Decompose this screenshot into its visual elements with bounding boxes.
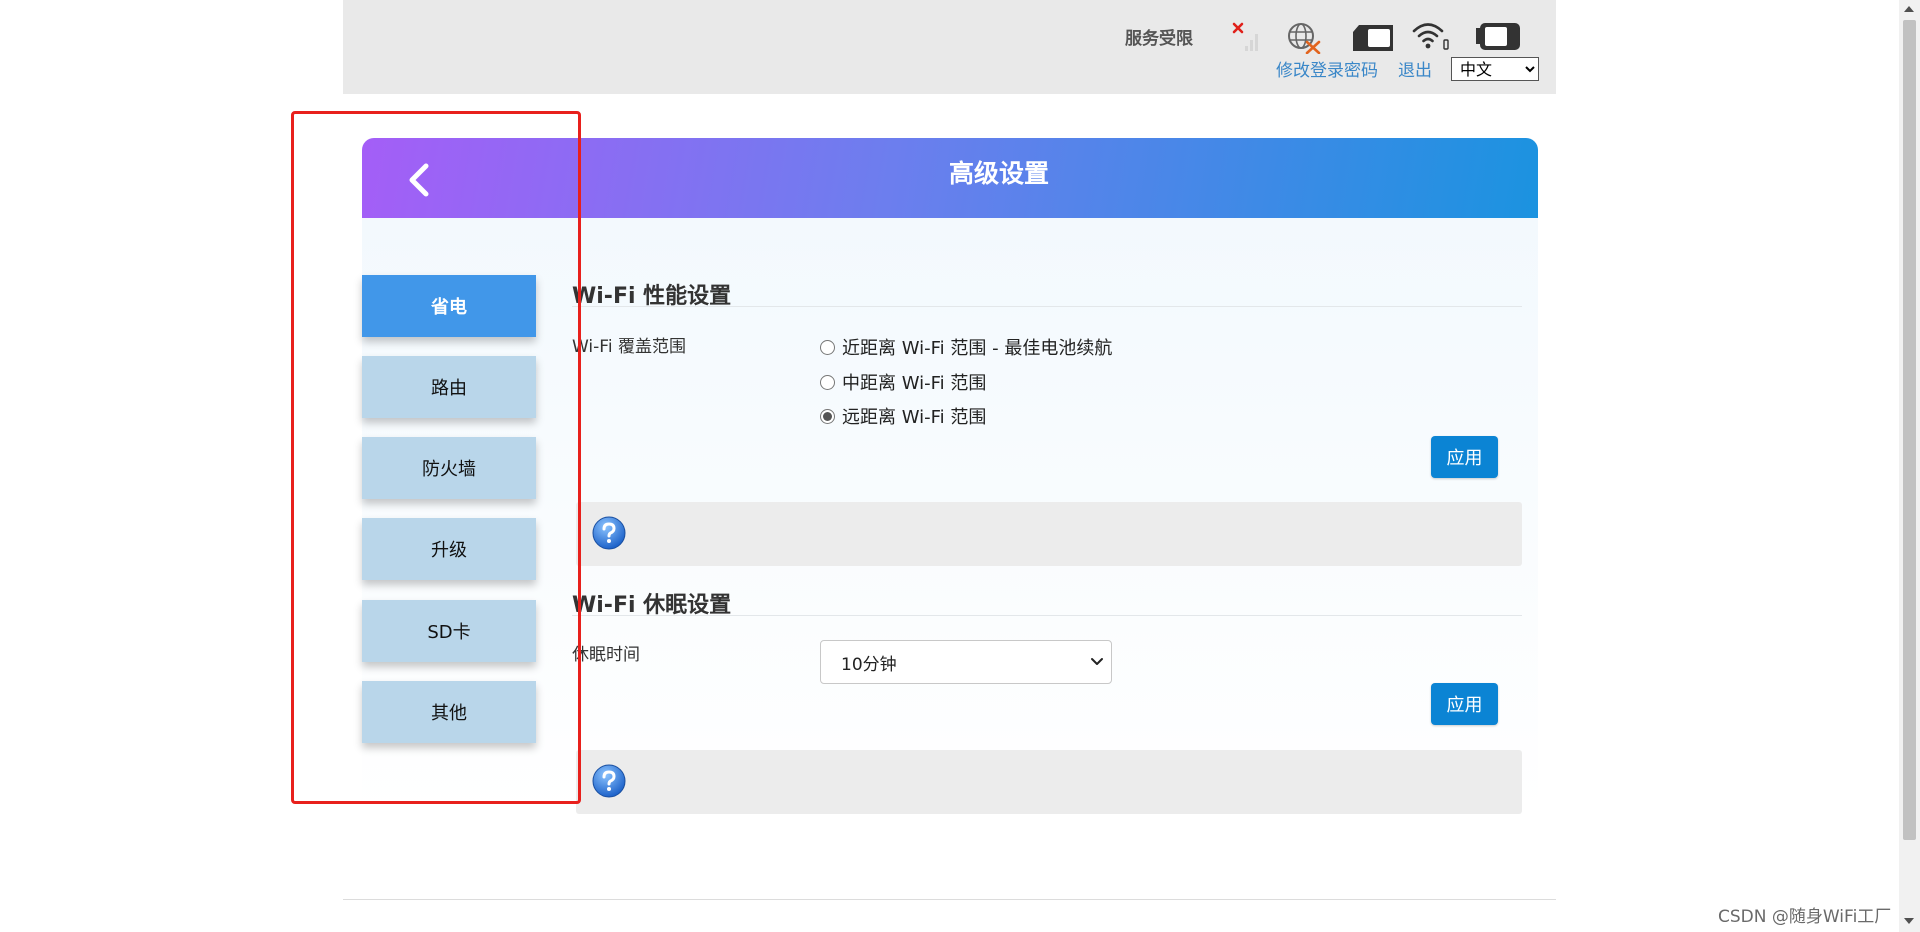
page-scrollbar[interactable] (1899, 0, 1920, 932)
coverage-option-label: 远距离 Wi-Fi 范围 (842, 407, 987, 428)
radio-button[interactable] (820, 339, 835, 355)
radio-button[interactable] (820, 374, 835, 390)
change-password-link[interactable]: 修改登录密码 (1276, 56, 1378, 81)
signal-none-icon (1232, 22, 1258, 51)
coverage-option-label: 中距离 Wi-Fi 范围 (842, 373, 987, 394)
sleep-time-select[interactable]: 10分钟 (820, 640, 1112, 684)
annotation-highlight-box (291, 111, 581, 804)
section-divider (572, 306, 1522, 307)
coverage-label: Wi-Fi 覆盖范围 (572, 337, 686, 357)
help-icon[interactable] (592, 764, 626, 798)
watermark-text: CSDN @随身WiFi工厂 (1718, 907, 1892, 927)
apply-coverage-button[interactable]: 应用 (1431, 436, 1498, 478)
apply-sleep-button[interactable]: 应用 (1431, 683, 1498, 725)
battery-icon (1476, 23, 1520, 50)
scroll-down-arrow-icon[interactable] (1904, 918, 1914, 924)
status-bar: 服务受限 修改登录密码 退出 中文 (343, 0, 1556, 94)
wifi-status-icon (1412, 23, 1449, 50)
page-root: 服务受限 修改登录密码 退出 中文 高级设置 省电 路由 防火墙 升级 SD卡 … (0, 0, 1920, 932)
coverage-option-far[interactable]: 远距离 Wi-Fi 范围 (820, 403, 986, 429)
logout-link[interactable]: 退出 (1398, 56, 1432, 81)
sim-card-icon (1353, 25, 1393, 51)
scroll-up-arrow-icon[interactable] (1904, 6, 1914, 12)
sleep-time-value: 10分钟 (841, 654, 897, 675)
radio-button-checked[interactable] (820, 408, 835, 424)
service-status-text: 服务受限 (1125, 29, 1193, 49)
coverage-option-label: 近距离 Wi-Fi 范围 - 最佳电池续航 (842, 338, 1113, 359)
section-divider (572, 615, 1522, 616)
language-select[interactable]: 中文 (1451, 57, 1539, 81)
footer-divider (343, 899, 1556, 900)
chevron-down-icon (1091, 658, 1103, 665)
coverage-option-medium[interactable]: 中距离 Wi-Fi 范围 (820, 369, 986, 395)
globe-disconnected-icon (1288, 23, 1321, 54)
coverage-option-near[interactable]: 近距离 Wi-Fi 范围 - 最佳电池续航 (820, 334, 1112, 360)
help-icon[interactable] (592, 516, 626, 550)
help-panel (576, 502, 1522, 566)
scroll-thumb[interactable] (1903, 20, 1916, 840)
help-panel (576, 750, 1522, 814)
sleep-time-label: 休眠时间 (572, 645, 640, 665)
